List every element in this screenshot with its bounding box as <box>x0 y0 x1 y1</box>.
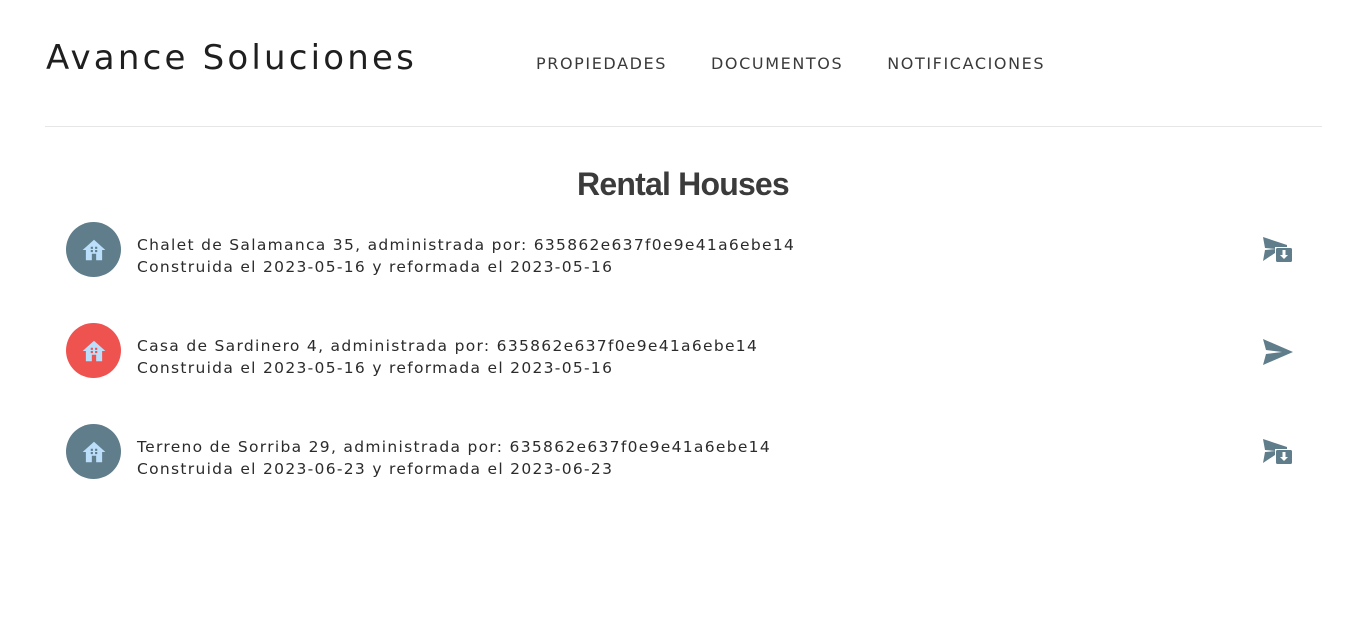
list-item: Casa de Sardinero 4, administrada por: 6… <box>66 323 1296 424</box>
list-item: Terreno de Sorriba 29, administrada por:… <box>66 424 1296 525</box>
nav-item-notificaciones[interactable]: NOTIFICACIONES <box>887 54 1045 73</box>
app-header: Avance Soluciones PROPIEDADES DOCUMENTOS… <box>45 0 1322 127</box>
nav-item-documentos[interactable]: DOCUMENTOS <box>711 54 843 73</box>
send-button[interactable] <box>1260 335 1296 369</box>
property-description: Casa de Sardinero 4, administrada por: 6… <box>137 337 759 355</box>
property-description: Chalet de Salamanca 35, administrada por… <box>137 236 796 254</box>
send-download-icon <box>1263 439 1292 464</box>
avatar <box>66 323 121 378</box>
property-text: Casa de Sardinero 4, administrada por: 6… <box>137 336 758 379</box>
house-icon <box>82 340 105 361</box>
property-description: Terreno de Sorriba 29, administrada por:… <box>137 438 772 456</box>
property-dates: Construida el 2023-06-23 y reformada el … <box>137 459 614 478</box>
page-title: Rental Houses <box>577 166 790 202</box>
avatar <box>66 424 121 479</box>
send-download-button[interactable] <box>1260 436 1296 470</box>
property-list: Chalet de Salamanca 35, administrada por… <box>66 222 1296 525</box>
property-text: Chalet de Salamanca 35, administrada por… <box>137 235 795 278</box>
nav-item-propiedades[interactable]: PROPIEDADES <box>536 54 667 73</box>
avatar <box>66 222 121 277</box>
send-icon <box>1263 339 1293 365</box>
main-nav: PROPIEDADES DOCUMENTOS NOTIFICACIONES <box>536 54 1045 73</box>
list-item: Chalet de Salamanca 35, administrada por… <box>66 222 1296 323</box>
house-icon <box>82 239 105 260</box>
send-download-button[interactable] <box>1260 234 1296 268</box>
property-text: Terreno de Sorriba 29, administrada por:… <box>137 437 771 480</box>
send-download-icon <box>1263 237 1292 262</box>
brand-title[interactable]: Avance Soluciones <box>46 38 417 78</box>
property-dates: Construida el 2023-05-16 y reformada el … <box>137 257 614 276</box>
property-dates: Construida el 2023-05-16 y reformada el … <box>137 358 614 377</box>
house-icon <box>82 441 105 462</box>
